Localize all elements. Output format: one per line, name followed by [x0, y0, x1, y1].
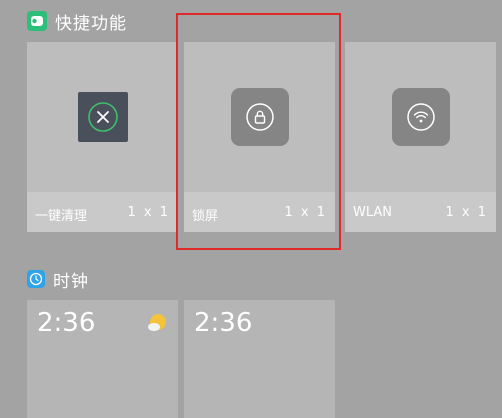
tile-size: 1 x 1 [445, 205, 488, 220]
clock-time: 2:36 [37, 308, 96, 338]
wifi-icon [391, 88, 450, 146]
clock-widget-plain[interactable]: 2:36 [184, 300, 335, 418]
tile-name: WLAN [353, 205, 393, 220]
tile-label-bar: WLAN 1 x 1 [345, 192, 496, 232]
highlight-box [176, 13, 341, 250]
quick-functions-icon [27, 11, 47, 31]
clock-header: 时钟 [27, 268, 89, 292]
tile-size: 1 x 1 [127, 205, 170, 220]
quick-functions-title: 快捷功能 [55, 13, 127, 34]
clock-widget-weather[interactable]: 2:36 [27, 300, 178, 418]
clean-x-icon [77, 92, 128, 142]
clock-title: 时钟 [53, 271, 89, 292]
clock-time: 2:36 [194, 308, 253, 338]
quick-functions-header: 快捷功能 [27, 10, 127, 34]
widget-tile-clean[interactable]: 一键清理 1 x 1 [27, 42, 178, 232]
tile-label-bar: 一键清理 1 x 1 [27, 192, 178, 232]
widget-tile-wlan[interactable]: WLAN 1 x 1 [345, 42, 496, 232]
clock-section-icon [27, 270, 45, 288]
tile-name: 一键清理 [35, 209, 88, 224]
weather-sun-icon [146, 312, 168, 334]
